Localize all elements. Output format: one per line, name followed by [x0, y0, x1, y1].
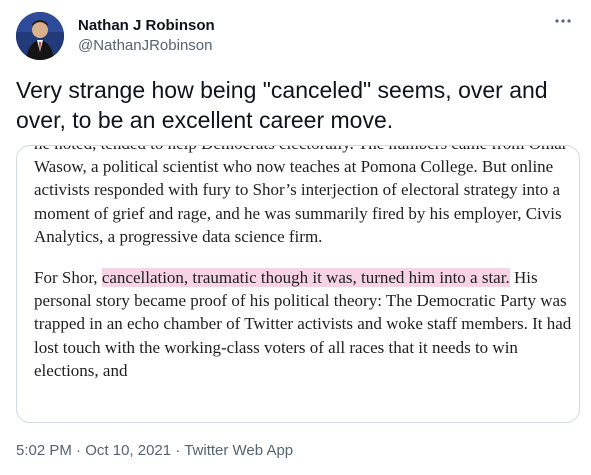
more-horizontal-icon[interactable] — [551, 14, 575, 34]
tweet-date[interactable]: Oct 10, 2021 — [85, 442, 171, 459]
avatar[interactable] — [16, 12, 64, 60]
tweet-time[interactable]: 5:02 PM — [16, 442, 72, 459]
article-text: from Omar Wasow, a political scientist w… — [34, 146, 567, 246]
highlighted-text: cancellation, traumatic though it was, t… — [101, 268, 510, 288]
article-paragraph-2: For Shor, cancellation, traumatic though… — [34, 266, 574, 382]
user-handle[interactable]: @NathanJRobinson — [78, 36, 215, 56]
separator: · — [71, 442, 86, 459]
tweet-metadata: 5:02 PM · Oct 10, 2021 · Twitter Web App — [16, 441, 293, 461]
article-paragraph-1: he noted, tended to help Democrats elect… — [34, 146, 574, 248]
tweet-source[interactable]: Twitter Web App — [184, 442, 293, 459]
article-screenshot: he noted, tended to help Democrats elect… — [34, 146, 574, 382]
tweet-text: Very strange how being "canceled" seems,… — [16, 77, 548, 133]
article-text: For Shor, — [34, 268, 102, 288]
attached-image[interactable]: he noted, tended to help Democrats elect… — [16, 145, 580, 423]
display-name[interactable]: Nathan J Robinson — [78, 16, 215, 36]
user-names: Nathan J Robinson @NathanJRobinson — [78, 16, 215, 56]
separator: · — [171, 442, 185, 459]
article-cut-line: he noted, tended to help Democrats elect… — [34, 146, 487, 153]
tweet-header: Nathan J Robinson @NathanJRobinson — [16, 12, 575, 60]
